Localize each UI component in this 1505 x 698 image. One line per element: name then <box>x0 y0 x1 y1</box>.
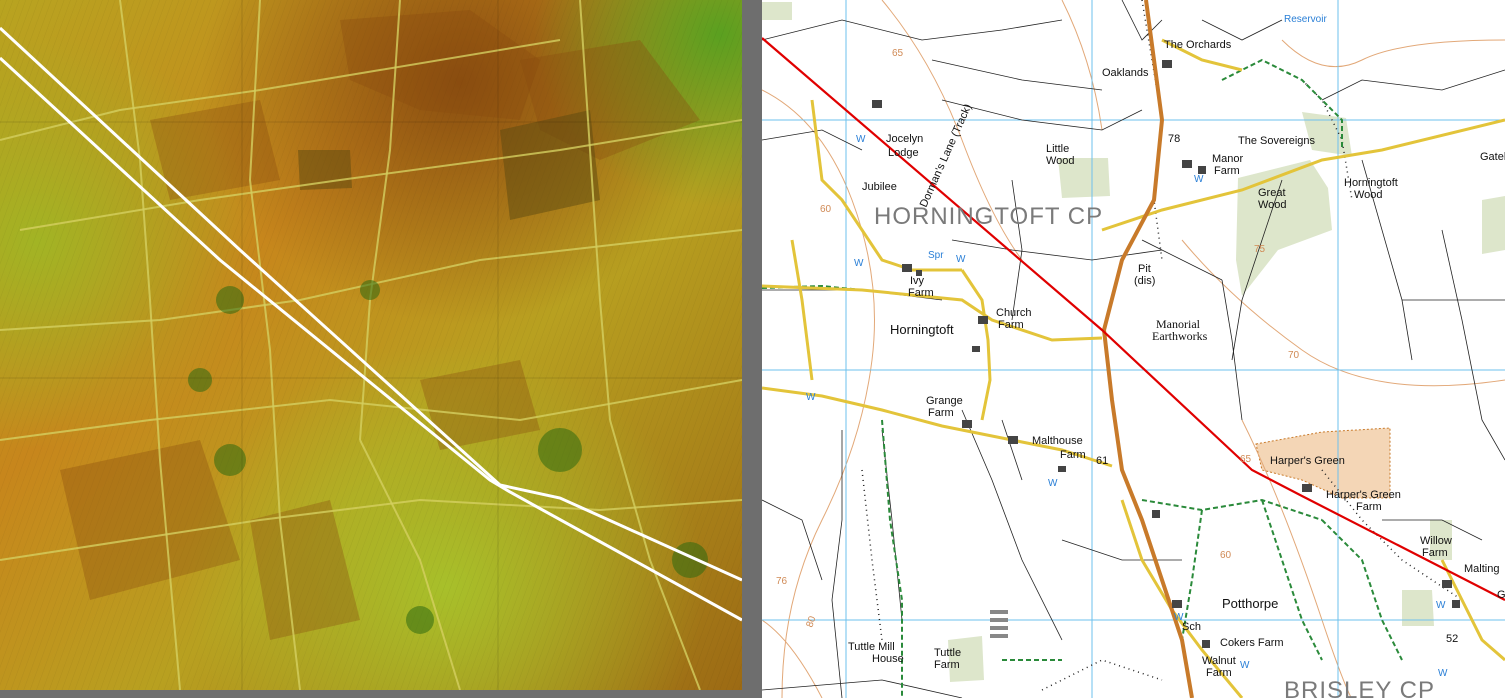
panel-divider <box>742 0 762 698</box>
height-78: 78 <box>1168 133 1180 145</box>
label-pit: Pit <box>1138 263 1151 275</box>
label-harpers-green: Harper's Green <box>1270 455 1345 467</box>
label-spr: Spr <box>928 250 944 261</box>
label-g: G <box>1497 589 1505 601</box>
label-tuttle-farm: Farm <box>934 659 960 671</box>
label-harpers-green-farm: Harper's Green <box>1326 489 1401 501</box>
label-horningtoft-wood: Horningtoft <box>1344 177 1398 189</box>
label-church-farm: Farm <box>998 319 1024 331</box>
water-mark: W <box>856 134 866 145</box>
water-mark: W <box>956 254 966 265</box>
label-gatel: Gatel <box>1480 151 1505 163</box>
label-grange: Grange <box>926 395 963 407</box>
label-oaklands: Oaklands <box>1102 67 1149 79</box>
water-mark: W <box>1436 600 1446 611</box>
label-little-wood: Wood <box>1046 155 1075 167</box>
label-church: Church <box>996 307 1031 319</box>
parish-label-horningtoft: HORNINGTOFT CP <box>874 203 1103 230</box>
label-cokers-farm: Cokers Farm <box>1220 637 1284 649</box>
label-little: Little <box>1046 143 1069 155</box>
contour-65b: 65 <box>1240 454 1252 465</box>
bottom-bar <box>0 690 742 698</box>
label-earthworks: Earthworks <box>1152 329 1208 343</box>
label-sch: Sch <box>1182 621 1201 633</box>
contour-75: 75 <box>1254 244 1266 255</box>
contour-60a: 60 <box>820 204 832 215</box>
label-horningtoft-wood-2: Wood <box>1354 189 1383 201</box>
label-jocelyn: Jocelyn <box>886 133 923 145</box>
contour-65a: 65 <box>892 48 904 59</box>
water-mark: W <box>1174 612 1184 623</box>
lidar-hillshade-panel <box>0 0 742 690</box>
label-harpers-green-farm-2: Farm <box>1356 501 1382 513</box>
label-great: Great <box>1258 187 1286 199</box>
label-willow-farm: Farm <box>1422 547 1448 559</box>
label-pit-dis: (dis) <box>1134 275 1155 287</box>
label-walnut-farm: Farm <box>1206 667 1232 679</box>
label-ivy-farm: Farm <box>908 287 934 299</box>
water-mark: W <box>806 392 816 403</box>
label-malthouse: Malthouse <box>1032 435 1083 447</box>
label-horningtoft: Horningtoft <box>890 322 954 337</box>
parish-label-brisley: BRISLEY CP <box>1284 677 1435 698</box>
contour-60b: 60 <box>1220 550 1232 561</box>
height-52: 52 <box>1446 633 1458 645</box>
label-tuttle-mill-house: House <box>872 653 904 665</box>
label-manor: Manor <box>1212 153 1244 165</box>
label-malting: Malting <box>1464 563 1499 575</box>
label-tuttle: Tuttle <box>934 647 961 659</box>
water-mark: W <box>1438 668 1448 679</box>
label-tuttle-mill: Tuttle Mill <box>848 641 895 653</box>
label-potthorpe: Potthorpe <box>1222 596 1278 611</box>
water-mark: W <box>854 258 864 269</box>
label-ivy: Ivy <box>910 275 925 287</box>
label-willow: Willow <box>1420 535 1452 547</box>
contour-70: 70 <box>1288 350 1300 361</box>
height-61: 61 <box>1096 455 1108 467</box>
label-reservoir: Reservoir <box>1284 14 1327 25</box>
water-mark: W <box>1194 174 1204 185</box>
water-mark: W <box>1048 478 1058 489</box>
os-map-panel: HORNINGTOFT CP BRISLEY CP The Orchards O… <box>762 0 1505 698</box>
label-malthouse-farm: Farm <box>1060 449 1086 461</box>
label-jubilee: Jubilee <box>862 181 897 193</box>
label-great-wood: Wood <box>1258 199 1287 211</box>
contour-76: 76 <box>776 576 788 587</box>
label-manor-farm: Farm <box>1214 165 1240 177</box>
label-jocelyn-lodge: Lodge <box>888 147 919 159</box>
label-grange-farm: Farm <box>928 407 954 419</box>
label-walnut: Walnut <box>1202 655 1236 667</box>
label-the-sovereigns: The Sovereigns <box>1238 135 1316 147</box>
label-the-orchards: The Orchards <box>1164 39 1232 51</box>
water-mark: W <box>1240 660 1250 671</box>
